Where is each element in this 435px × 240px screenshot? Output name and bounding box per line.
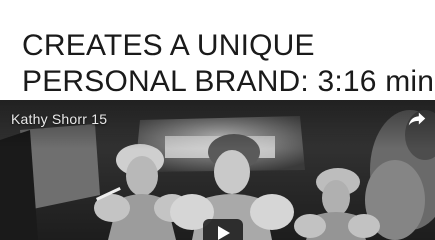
headline-line-1: CREATES A UNIQUE	[22, 29, 315, 62]
share-icon	[408, 112, 426, 126]
headline: CREATES A UNIQUE PERSONAL BRAND: 3:16 mi…	[22, 28, 435, 100]
share-button[interactable]	[406, 108, 428, 130]
play-button[interactable]	[203, 219, 243, 240]
video-player[interactable]: Kathy Shorr 15	[0, 100, 435, 240]
video-title[interactable]: Kathy Shorr 15	[11, 111, 107, 127]
headline-line-2: PERSONAL BRAND: 3:16 min.	[22, 65, 435, 98]
play-icon	[218, 226, 230, 240]
